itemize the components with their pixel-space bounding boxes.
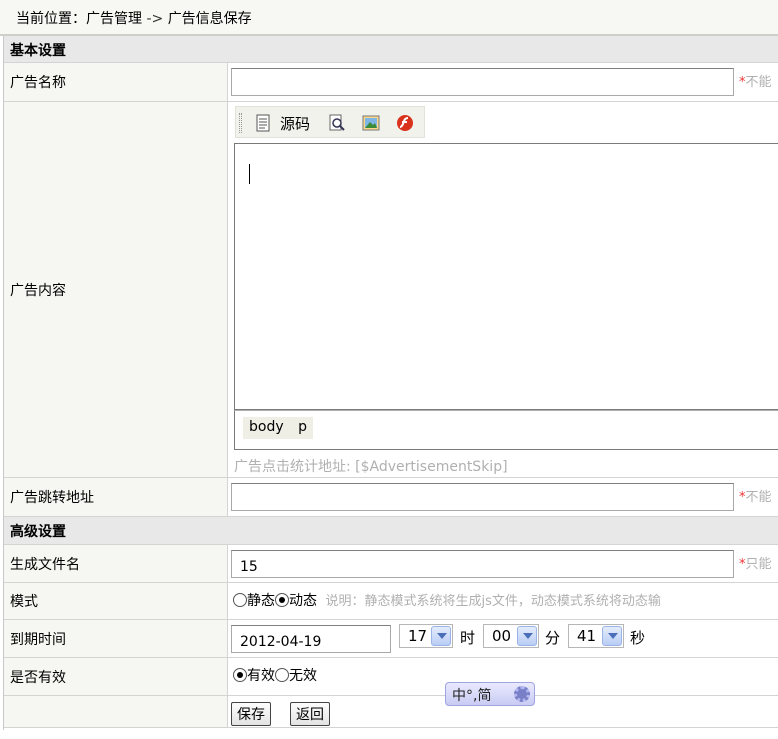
row-mode: 模式 静态 动态 说明：静态模式系统将生成js文件，动态模式系统将动态输: [4, 583, 778, 620]
chevron-down-icon[interactable]: [517, 626, 537, 646]
flash-icon[interactable]: [396, 114, 414, 132]
mode-static-label[interactable]: 静态: [247, 593, 275, 609]
ad-url-label: 广告跳转地址: [4, 478, 228, 516]
source-button[interactable]: 源码: [280, 113, 310, 134]
mode-label: 模式: [4, 583, 228, 619]
section-advanced: 高级设置: [4, 517, 778, 545]
mode-static-radio[interactable]: [233, 593, 247, 607]
filename-label: 生成文件名: [4, 545, 228, 582]
second-value: 41: [577, 627, 597, 645]
actions-label: [4, 696, 228, 727]
ad-url-cell: *不能: [229, 478, 778, 516]
ad-content-cell: 源码 body p 广告点击统计地址: [$AdvertisementSkip]: [229, 102, 778, 477]
mode-note: 说明：静态模式系统将生成js文件，动态模式系统将动态输: [325, 594, 661, 609]
filename-hint-text: 只能: [745, 557, 772, 572]
hour-select[interactable]: 17: [399, 624, 453, 648]
mode-dynamic-radio[interactable]: [275, 593, 289, 607]
element-path[interactable]: body p: [243, 417, 313, 439]
ime-text: 中°,简: [452, 688, 492, 704]
mode-cell: 静态 动态 说明：静态模式系统将生成js文件，动态模式系统将动态输: [229, 583, 778, 619]
section-basic: 基本设置: [4, 36, 778, 63]
valid-label: 是否有效: [4, 658, 228, 695]
breadcrumb: 当前位置：广告管理 -> 广告信息保存: [0, 0, 778, 36]
mode-dynamic-label[interactable]: 动态: [289, 593, 317, 609]
valid-no-label[interactable]: 无效: [289, 668, 317, 684]
row-ad-url: 广告跳转地址 *不能: [4, 478, 778, 517]
expire-label: 到期时间: [4, 620, 228, 657]
ad-url-hint-text: 不能: [745, 490, 772, 505]
back-button[interactable]: 返回: [290, 702, 330, 726]
ad-content-label: 广告内容: [4, 102, 228, 477]
row-actions: 保存 返回: [4, 696, 778, 728]
chevron-down-icon[interactable]: [602, 626, 622, 646]
image-icon[interactable]: [362, 114, 380, 132]
breadcrumb-arrow: ->: [142, 11, 168, 27]
editor-area[interactable]: [234, 143, 778, 410]
breadcrumb-current: 广告信息保存: [167, 11, 252, 27]
ad-url-hint: *不能: [739, 486, 772, 505]
minute-unit: 分: [545, 629, 561, 647]
chevron-down-icon[interactable]: [431, 626, 451, 646]
filename-hint: *只能: [739, 553, 772, 572]
second-select[interactable]: 41: [568, 624, 624, 648]
hour-value: 17: [408, 627, 428, 645]
text-caret: [249, 164, 250, 184]
ad-name-hint: *不能: [739, 71, 772, 90]
valid-yes-radio[interactable]: [233, 668, 247, 682]
minute-value: 00: [492, 627, 512, 645]
row-ad-name: 广告名称 *不能: [4, 63, 778, 102]
valid-no-radio[interactable]: [275, 668, 289, 682]
editor-toolbar: 源码: [235, 106, 425, 138]
ad-name-label: 广告名称: [4, 63, 228, 101]
ime-status-bar[interactable]: 中°,简: [445, 682, 535, 706]
row-filename: 生成文件名 *只能: [4, 545, 778, 583]
expire-cell: 17 时 00 分 41 秒: [229, 620, 778, 657]
preview-icon[interactable]: [328, 114, 346, 132]
ad-name-hint-text: 不能: [745, 75, 772, 90]
ad-url-input[interactable]: [231, 483, 734, 511]
skip-stat-note: 广告点击统计地址: [$AdvertisementSkip]: [234, 459, 508, 475]
valid-yes-label[interactable]: 有效: [247, 668, 275, 684]
gear-icon[interactable]: [514, 686, 530, 702]
filename-cell: *只能: [229, 545, 778, 582]
editor-path-bar: body p: [234, 410, 778, 450]
filename-input[interactable]: [231, 550, 734, 578]
hour-unit: 时: [460, 629, 476, 647]
second-unit: 秒: [630, 629, 646, 647]
section-basic-title: 基本设置: [10, 43, 66, 59]
toolbar-grip-icon[interactable]: [239, 113, 242, 133]
save-button[interactable]: 保存: [231, 702, 271, 726]
row-ad-content: 广告内容 源码 body p 广告点击统计地址: [$Advertisement…: [4, 102, 778, 478]
row-valid: 是否有效 有效 无效: [4, 658, 778, 696]
row-expire: 到期时间 17 时 00 分 41 秒: [4, 620, 778, 658]
ad-name-input[interactable]: [231, 68, 734, 96]
form-table: 基本设置 广告名称 *不能 广告内容 源码 body p 广告点击统计地址: […: [3, 36, 778, 730]
source-doc-icon[interactable]: [254, 114, 272, 132]
minute-select[interactable]: 00: [483, 624, 539, 648]
expire-date-input[interactable]: [231, 625, 391, 653]
section-advanced-title: 高级设置: [10, 524, 66, 540]
breadcrumb-prefix: 当前位置：广告管理: [16, 11, 142, 27]
ad-name-cell: *不能: [229, 63, 778, 101]
